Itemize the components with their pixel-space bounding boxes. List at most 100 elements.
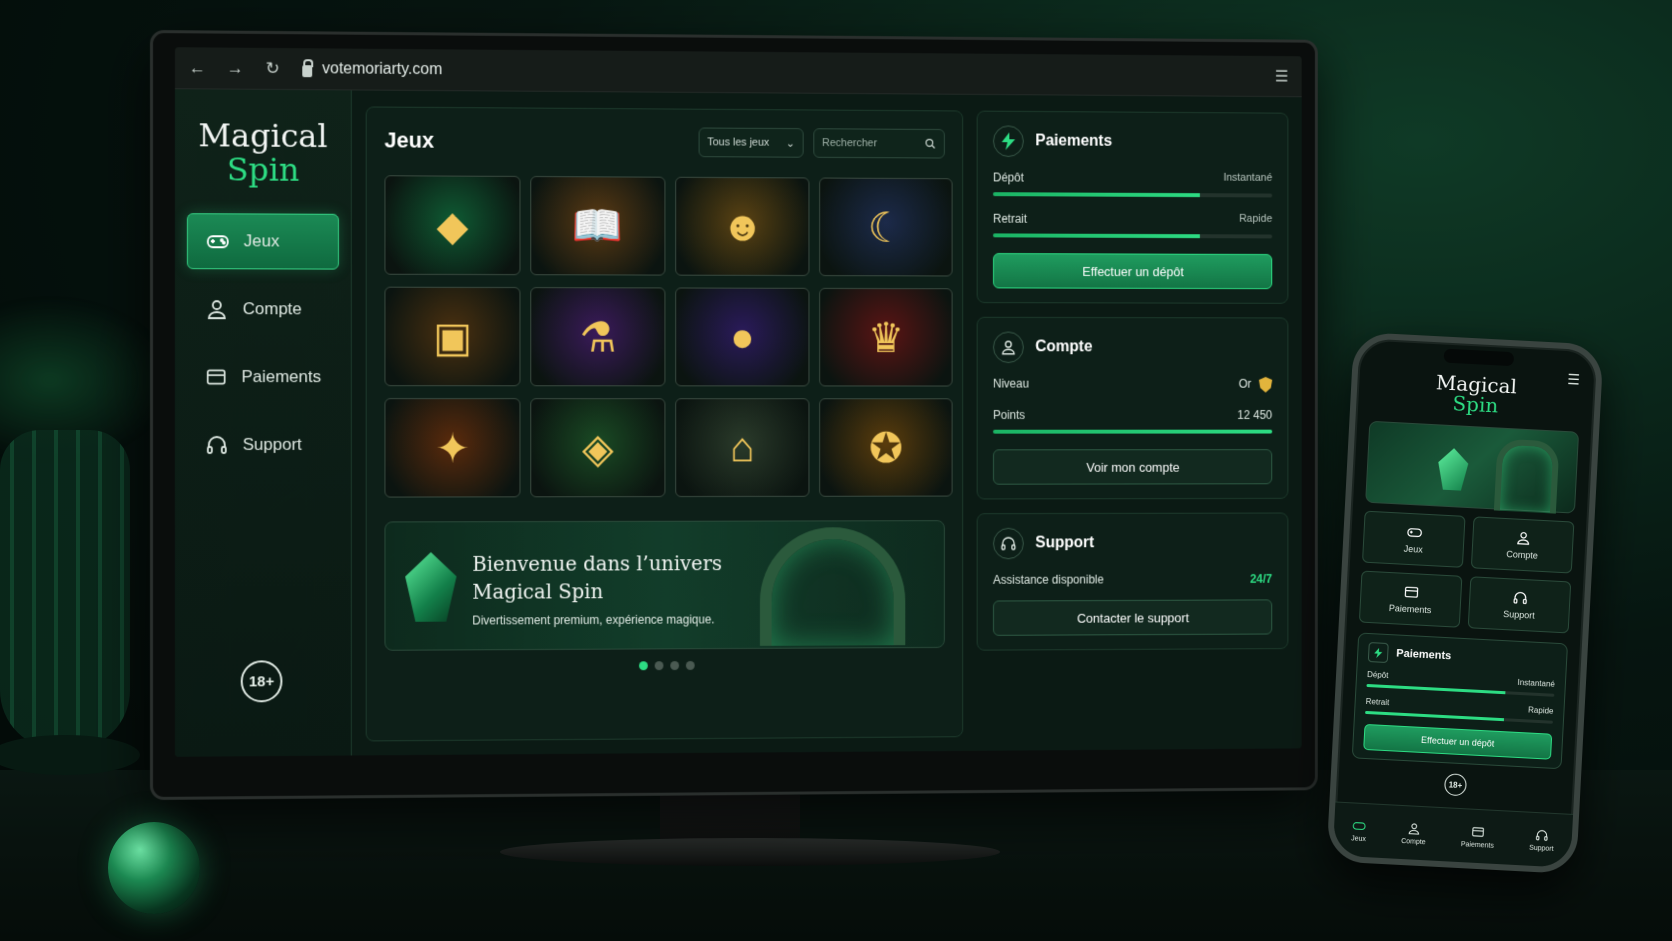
games-header: Jeux Tous les jeux ⌄ [384, 125, 945, 159]
game-tile-treasure-chest[interactable]: ▣ [384, 286, 521, 387]
lightning-icon [1367, 642, 1389, 664]
portal-illustration [759, 527, 906, 646]
tab-paiements[interactable]: Paiements [1460, 824, 1495, 850]
mobile-deposit-button[interactable]: Effectuer un dépôt [1363, 723, 1553, 760]
mobile-tab-bar: Jeux Compte Paiements Support [1332, 801, 1574, 868]
hamburger-menu-icon[interactable]: ☰ [1567, 371, 1580, 389]
user-icon [208, 300, 227, 320]
deposit-value: Instantané [1223, 171, 1273, 184]
logo-line-2: Spin [226, 150, 300, 189]
sidebar-item-label: Jeux [243, 231, 280, 251]
card-title: Support [1035, 534, 1095, 552]
book-icon: 📖 [572, 201, 624, 249]
headset-icon [1536, 829, 1548, 841]
account-card: Compte Niveau Or Points 12 450 Voir mon … [976, 316, 1289, 500]
banner-title: Bienvenue dans l’univers Magical Spin [472, 549, 722, 605]
tab-label: Paiements [1460, 840, 1495, 850]
game-tile-wolf-moon[interactable]: ☾ [819, 177, 953, 277]
level-row: Niveau Or [993, 377, 1272, 393]
mobile-tile-paiements[interactable]: Paiements [1358, 570, 1463, 628]
game-tile-potion[interactable]: ⚗ [530, 287, 666, 387]
tab-compte[interactable]: Compte [1401, 821, 1427, 846]
withdraw-label: Retrait [993, 211, 1027, 226]
card-title: Paiements [1395, 647, 1452, 663]
phoenix-icon: ✦ [435, 424, 470, 472]
welcome-banner[interactable]: Bienvenue dans l’univers Magical Spin Di… [384, 520, 945, 651]
emerald-icon [405, 552, 456, 622]
card-title: Paiements [1035, 132, 1113, 150]
contact-support-button[interactable]: Contacter le support [993, 599, 1273, 636]
address-bar[interactable]: votemoriarty.com [302, 60, 442, 79]
mobile-age-badge: 18+ [1443, 773, 1468, 797]
availability-value: 24/7 [1250, 572, 1273, 586]
game-tile-spellbook[interactable]: 📖 [530, 176, 666, 276]
age-restriction-badge: 18+ [240, 660, 283, 703]
lightning-icon [993, 125, 1024, 158]
banner-subtitle: Divertissement premium, expérience magiq… [472, 612, 715, 628]
sidebar: Magical Spin Jeux Compte Paiements Suppo… [174, 89, 352, 757]
search-icon[interactable] [925, 138, 937, 150]
mobile-brand-logo[interactable]: Magical Spin [1356, 368, 1596, 420]
mobile-hero-banner[interactable] [1365, 420, 1580, 514]
level-value: Or [1238, 377, 1252, 391]
search-field[interactable] [813, 128, 945, 159]
game-tile-crystal-ball[interactable]: ● [675, 287, 810, 387]
reload-icon[interactable]: ↻ [265, 58, 281, 78]
game-tile-temple[interactable]: ⌂ [675, 398, 810, 498]
decorative-gem [108, 822, 200, 914]
wallet-icon [207, 370, 226, 386]
carousel-dot[interactable] [638, 661, 648, 671]
withdraw-progress-fill [993, 233, 1200, 239]
forward-arrow-icon[interactable]: → [227, 58, 244, 78]
points-label: Points [993, 408, 1026, 422]
brand-logo[interactable]: Magical Spin [175, 116, 351, 189]
crown-icon: ♛ [867, 314, 905, 361]
mobile-tile-jeux[interactable]: Jeux [1361, 510, 1466, 568]
wallet-icon [1404, 586, 1418, 598]
sidebar-item-paiements[interactable]: Paiements [187, 349, 339, 405]
crystal-ball-icon: ● [730, 313, 755, 360]
tab-label: Support [1528, 844, 1554, 853]
user-icon [993, 331, 1024, 364]
right-column: Paiements Dépôt Instantané Retrait Rapid… [976, 110, 1289, 737]
view-account-button[interactable]: Voir mon compte [993, 449, 1273, 485]
deposit-value: Instantané [1517, 677, 1556, 689]
game-tile-phoenix[interactable]: ✦ [384, 398, 521, 498]
carousel-dot[interactable] [669, 661, 679, 671]
hamburger-menu-icon[interactable]: ☰ [1275, 66, 1289, 86]
points-progress-bar [993, 429, 1273, 434]
sidebar-nav: Jeux Compte Paiements Support [175, 213, 351, 473]
carousel-dot[interactable] [654, 661, 663, 671]
carousel-dot[interactable] [685, 661, 695, 670]
game-tile-amulet[interactable]: ◈ [530, 398, 666, 498]
withdraw-value: Rapide [1239, 212, 1273, 225]
deposit-button[interactable]: Effectuer un dépôt [993, 253, 1273, 290]
logo-line-1: Magical [198, 116, 328, 156]
sidebar-item-compte[interactable]: Compte [187, 281, 339, 337]
points-row: Points 12 450 [993, 408, 1272, 422]
sidebar-item-label: Paiements [241, 367, 322, 387]
game-tile-emerald[interactable]: ◆ [384, 175, 521, 276]
gold-shield-icon [1259, 377, 1272, 393]
desktop-monitor: ← → ↻ votemoriarty.com ☰ Magical Spin Je… [150, 30, 1318, 800]
tab-support[interactable]: Support [1529, 827, 1555, 852]
url-text[interactable]: votemoriarty.com [322, 60, 442, 79]
mobile-tile-support[interactable]: Support [1467, 576, 1572, 634]
search-input[interactable] [822, 137, 915, 150]
tile-label: Paiements [1388, 603, 1432, 616]
headset-icon [993, 527, 1024, 560]
withdraw-label: Retrait [1365, 696, 1390, 708]
game-tile-golden-mask[interactable]: ☻ [675, 176, 810, 277]
chevron-down-icon: ⌄ [785, 137, 795, 150]
game-tile-crown[interactable]: ♛ [819, 287, 953, 387]
lock-icon [302, 64, 313, 77]
sidebar-item-jeux[interactable]: Jeux [186, 213, 339, 270]
mobile-tile-compte[interactable]: Compte [1470, 516, 1575, 574]
games-filter-select[interactable]: Tous les jeux ⌄ [698, 127, 804, 158]
game-tile-gold-pile[interactable]: ✪ [819, 398, 953, 497]
back-arrow-icon[interactable]: ← [189, 58, 206, 78]
sidebar-item-support[interactable]: Support [187, 417, 339, 473]
tab-jeux[interactable]: Jeux [1351, 818, 1367, 843]
tile-label: Compte [1506, 549, 1539, 561]
amulet-icon: ◈ [582, 424, 614, 471]
